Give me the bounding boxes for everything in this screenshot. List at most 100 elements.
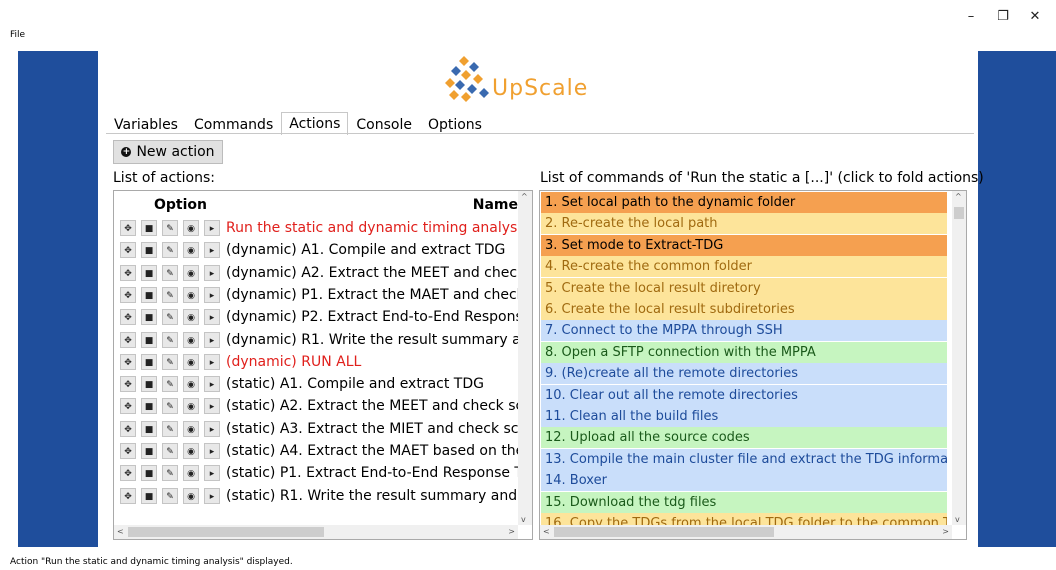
trash-icon[interactable]: ■ [141, 331, 157, 348]
command-row[interactable]: 11. Clean all the build files [541, 406, 947, 427]
trash-icon[interactable]: ■ [141, 420, 157, 437]
trash-icon[interactable]: ■ [141, 353, 157, 370]
eye-icon[interactable]: ◉ [183, 220, 199, 236]
pencil-icon[interactable]: ✎ [162, 264, 178, 281]
command-row[interactable]: 4. Re-create the common folder [541, 256, 947, 278]
eye-icon[interactable]: ◉ [183, 309, 199, 326]
action-name[interactable]: (dynamic) R1. Write the result summary a… [226, 332, 532, 348]
play-icon[interactable]: ▸ [204, 353, 220, 370]
trash-icon[interactable]: ■ [141, 443, 157, 459]
scroll-up-icon[interactable]: ^ [521, 192, 528, 201]
trash-icon[interactable]: ■ [141, 286, 157, 303]
tab-commands[interactable]: Commands [186, 114, 281, 135]
action-name[interactable]: (dynamic) P1. Extract the MAET and check… [226, 287, 532, 303]
action-row[interactable]: ✥ ■ ✎ ◉ ▸ (dynamic) R1. Write the result summ… [114, 329, 532, 351]
move-icon[interactable]: ✥ [120, 420, 136, 437]
eye-icon[interactable]: ◉ [183, 487, 199, 504]
play-icon[interactable]: ▸ [204, 264, 220, 281]
commands-hscroll-thumb[interactable] [554, 527, 774, 537]
command-row[interactable]: 14. Boxer [541, 470, 947, 492]
command-row[interactable]: 10. Clear out all the remote directories [541, 384, 947, 406]
eye-icon[interactable]: ◉ [183, 286, 199, 303]
commands-vscroll-thumb[interactable] [954, 207, 964, 219]
action-row[interactable]: ✥ ■ ✎ ◉ ▸ (dynamic) A2. Extract the MEET and … [114, 262, 532, 284]
pencil-icon[interactable]: ✎ [162, 398, 178, 415]
move-icon[interactable]: ✥ [120, 309, 136, 326]
play-icon[interactable]: ▸ [204, 242, 220, 259]
move-icon[interactable]: ✥ [120, 353, 136, 370]
scroll-left-icon[interactable]: < [543, 527, 550, 536]
close-button[interactable]: ✕ [1020, 4, 1050, 28]
pencil-icon[interactable]: ✎ [162, 309, 178, 326]
eye-icon[interactable]: ◉ [183, 264, 199, 281]
move-icon[interactable]: ✥ [120, 331, 136, 348]
action-name[interactable]: (static) A3. Extract the MIET and check … [226, 421, 532, 437]
move-icon[interactable]: ✥ [120, 286, 136, 303]
action-name[interactable]: (static) A1. Compile and extract TDG [226, 376, 484, 392]
command-row[interactable]: 13. Compile the main cluster file and ex… [541, 448, 947, 470]
eye-icon[interactable]: ◉ [183, 443, 199, 459]
pencil-icon[interactable]: ✎ [162, 242, 178, 259]
menu-file[interactable]: File [10, 30, 25, 40]
play-icon[interactable]: ▸ [204, 465, 220, 482]
trash-icon[interactable]: ■ [141, 220, 157, 236]
new-action-button[interactable]: + New action [113, 140, 223, 164]
play-icon[interactable]: ▸ [204, 309, 220, 326]
trash-icon[interactable]: ■ [141, 398, 157, 415]
scroll-down-icon[interactable]: v [521, 515, 526, 524]
minimize-button[interactable]: – [956, 4, 986, 28]
move-icon[interactable]: ✥ [120, 220, 136, 236]
move-icon[interactable]: ✥ [120, 465, 136, 482]
pencil-icon[interactable]: ✎ [162, 465, 178, 482]
action-row[interactable]: ✥ ■ ✎ ◉ ▸ (dynamic) P1. Extract the MAET and … [114, 284, 532, 306]
move-icon[interactable]: ✥ [120, 242, 136, 259]
tab-options[interactable]: Options [420, 114, 490, 135]
pencil-icon[interactable]: ✎ [162, 443, 178, 459]
pencil-icon[interactable]: ✎ [162, 220, 178, 236]
action-row[interactable]: ✥ ■ ✎ ◉ ▸ (static) R1. Write the result summa… [114, 485, 532, 507]
commands-vertical-scrollbar[interactable]: ^ v [952, 191, 966, 525]
pencil-icon[interactable]: ✎ [162, 331, 178, 348]
pencil-icon[interactable]: ✎ [162, 286, 178, 303]
eye-icon[interactable]: ◉ [183, 376, 199, 393]
trash-icon[interactable]: ■ [141, 487, 157, 504]
play-icon[interactable]: ▸ [204, 220, 220, 236]
pencil-icon[interactable]: ✎ [162, 353, 178, 370]
eye-icon[interactable]: ◉ [183, 420, 199, 437]
eye-icon[interactable]: ◉ [183, 331, 199, 348]
action-row[interactable]: ✥ ■ ✎ ◉ ▸ (dynamic) A1. Compile and extract T… [114, 239, 518, 261]
tab-console[interactable]: Console [348, 114, 420, 135]
eye-icon[interactable]: ◉ [183, 398, 199, 415]
command-row[interactable]: 2. Re-create the local path [541, 213, 947, 235]
move-icon[interactable]: ✥ [120, 264, 136, 281]
command-row[interactable]: 6. Create the local result subdiretories [541, 299, 947, 320]
command-row[interactable]: 15. Download the tdg files [541, 491, 947, 513]
trash-icon[interactable]: ■ [141, 376, 157, 393]
tab-variables[interactable]: Variables [106, 114, 186, 135]
scroll-right-icon[interactable]: > [942, 527, 949, 536]
actions-vertical-scrollbar[interactable]: ^ v [518, 191, 532, 525]
play-icon[interactable]: ▸ [204, 331, 220, 348]
action-row[interactable]: ✥ ■ ✎ ◉ ▸ (static) A3. Extract the MIET and c… [114, 418, 532, 440]
commands-horizontal-scrollbar[interactable]: < > [540, 525, 952, 539]
action-name[interactable]: (dynamic) P2. Extract End-to-End Respons… [226, 309, 531, 325]
action-row[interactable]: ✥ ■ ✎ ◉ ▸ (static) A2. Extract the MEET and c… [114, 395, 532, 417]
play-icon[interactable]: ▸ [204, 420, 220, 437]
trash-icon[interactable]: ■ [141, 465, 157, 482]
eye-icon[interactable]: ◉ [183, 353, 199, 370]
scroll-left-icon[interactable]: < [117, 527, 124, 536]
action-row[interactable]: ✥ ■ ✎ ◉ ▸ (static) A1. Compile and extract TD… [114, 373, 518, 395]
action-row[interactable]: ✥ ■ ✎ ◉ ▸ (dynamic) P2. Extract End-to-End Re… [114, 306, 531, 328]
scroll-right-icon[interactable]: > [508, 527, 515, 536]
play-icon[interactable]: ▸ [204, 398, 220, 415]
action-name[interactable]: (dynamic) A1. Compile and extract TDG [226, 242, 505, 258]
action-name[interactable]: (dynamic) A2. Extract the MEET and check… [226, 265, 532, 281]
action-name[interactable]: (static) A2. Extract the MEET and check … [226, 398, 532, 414]
pencil-icon[interactable]: ✎ [162, 487, 178, 504]
trash-icon[interactable]: ■ [141, 242, 157, 259]
scroll-down-icon[interactable]: v [955, 515, 960, 524]
pencil-icon[interactable]: ✎ [162, 420, 178, 437]
command-row[interactable]: 5. Create the local result diretory [541, 277, 947, 299]
pencil-icon[interactable]: ✎ [162, 376, 178, 393]
eye-icon[interactable]: ◉ [183, 465, 199, 482]
